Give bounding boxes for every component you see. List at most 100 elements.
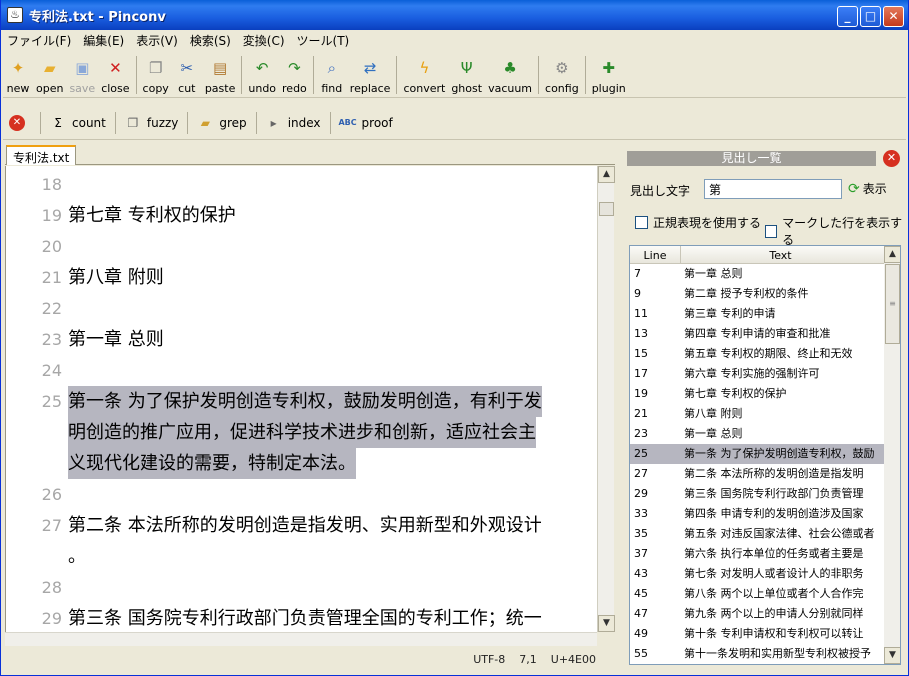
proof-button[interactable]: ABC proof xyxy=(334,116,399,130)
new-file-icon: ✦ xyxy=(11,59,25,77)
convert-button[interactable]: ϟ convert xyxy=(400,52,448,95)
toolbar-separator xyxy=(187,111,189,134)
stop-button[interactable]: ✕ xyxy=(3,114,37,131)
maximize-button[interactable]: □ xyxy=(860,6,881,27)
menu-edit[interactable]: 編集(E) xyxy=(77,32,130,49)
redo-button[interactable]: ↷ redo xyxy=(279,52,310,95)
list-item[interactable]: 33 第四条 申请专利的发明创造涉及国家 xyxy=(630,504,884,524)
replace-icon: ⇄ xyxy=(363,59,377,77)
keyword-input[interactable] xyxy=(704,179,842,199)
ghost-button[interactable]: Ψghost xyxy=(448,52,485,95)
editor-horizontal-scrollbar[interactable] xyxy=(5,632,597,646)
list-item-text: 第三章 专利的申请 xyxy=(684,307,776,320)
window-close-button[interactable]: ✕ xyxy=(883,6,904,27)
index-icon: ▸ xyxy=(270,115,277,130)
save-icon: ▣ xyxy=(75,59,90,77)
index-button[interactable]: ▸ index xyxy=(260,116,327,130)
save-button[interactable]: ▣ save xyxy=(66,52,98,95)
copy-button[interactable]: ❐ copy xyxy=(140,52,172,95)
list-vertical-scrollbar[interactable]: ▲ ≡ ▼ xyxy=(884,246,900,664)
text-editor[interactable]: 18 19 第七章 专利权的保护 20 21 第八章 附则 22 23 第一章 总则 … xyxy=(5,166,597,632)
plugin-button[interactable]: ✚ plugin xyxy=(589,52,629,95)
fuzzy-button[interactable]: ❐ fuzzy xyxy=(119,116,185,130)
copy-icon: ❐ xyxy=(148,59,163,77)
find-button[interactable]: ⌕ find xyxy=(317,52,347,95)
minimize-button[interactable]: _ xyxy=(837,6,858,27)
scroll-thumb[interactable] xyxy=(599,202,614,216)
column-header-line[interactable]: Line xyxy=(630,249,680,262)
list-item[interactable]: 37 第六条 执行本单位的任务或者主要是 xyxy=(630,544,884,564)
status-codepoint: U+4E00 xyxy=(550,652,596,666)
list-item[interactable]: 17 第六章 专利实施的强制许可 xyxy=(630,364,884,384)
scroll-up-icon[interactable]: ▲ xyxy=(884,246,900,263)
redo-icon: ↷ xyxy=(288,59,301,77)
tab-document[interactable]: 专利法.txt xyxy=(6,145,77,165)
list-item-text: 第五条 对违反国家法律、社会公德或者 xyxy=(684,527,875,540)
list-item[interactable]: 19 第七章 专利权的保护 xyxy=(630,384,884,404)
scroll-up-icon[interactable]: ▲ xyxy=(598,166,615,183)
list-item[interactable]: 25 第一条 为了保护发明创造专利权，鼓励 xyxy=(630,444,884,464)
scroll-down-icon[interactable]: ▼ xyxy=(884,647,900,664)
list-item[interactable]: 13 第四章 专利申请的审查和批准 xyxy=(630,324,884,344)
list-item[interactable]: 7 第一章 总则 xyxy=(630,264,884,284)
marked-lines-checkbox[interactable]: マークした行を表示する xyxy=(765,214,903,248)
show-button[interactable]: ⟳ 表示 xyxy=(848,180,887,197)
checkbox-box[interactable] xyxy=(635,216,648,229)
replace-button[interactable]: ⇄ replace xyxy=(347,52,394,95)
close-file-button[interactable]: ✕ close xyxy=(98,52,132,95)
title-bar[interactable]: ♨ 专利法.txt - Pinconv _ □ ✕ xyxy=(1,0,908,30)
column-header-text[interactable]: Text xyxy=(680,246,880,263)
list-item[interactable]: 35 第五条 对违反国家法律、社会公德或者 xyxy=(630,524,884,544)
list-item[interactable]: 43 第七条 对发明人或者设计人的非职务 xyxy=(630,564,884,584)
count-button[interactable]: Σcount xyxy=(44,116,112,130)
panel-close-icon[interactable]: ✕ xyxy=(883,150,900,167)
list-item[interactable]: 23 第一章 总则 xyxy=(630,424,884,444)
list-item-line: 43 xyxy=(634,567,648,580)
menu-view[interactable]: 表示(V) xyxy=(130,32,184,49)
toolbar-separator xyxy=(329,111,331,134)
editor-vertical-scrollbar[interactable]: ▲ ▼ xyxy=(597,166,615,632)
list-item-line: 11 xyxy=(634,307,648,320)
checkbox-box[interactable] xyxy=(765,224,778,238)
undo-button[interactable]: ↶ undo xyxy=(245,52,279,95)
cut-button[interactable]: ✂ cut xyxy=(172,52,202,95)
list-item[interactable]: 49 第十条 专利申请权和专利权可以转让 xyxy=(630,624,884,644)
grep-button[interactable]: ▰ grep xyxy=(191,116,252,130)
paste-button[interactable]: ▤ paste xyxy=(202,52,239,95)
list-item[interactable]: 9 第二章 授予专利权的条件 xyxy=(630,284,884,304)
list-item[interactable]: 29 第三条 国务院专利行政部门负责管理 xyxy=(630,484,884,504)
status-position: 7,1 xyxy=(519,652,537,666)
list-item[interactable]: 27 第二条 本法所称的发明创造是指发明 xyxy=(630,464,884,484)
list-item-text: 第七章 专利权的保护 xyxy=(684,387,787,400)
menu-search[interactable]: 検索(S) xyxy=(184,32,237,49)
list-item[interactable]: 45 第八条 两个以上单位或者个人合作完 xyxy=(630,584,884,604)
config-button[interactable]: ⚙ config xyxy=(542,52,582,95)
menu-tools[interactable]: ツール(T) xyxy=(291,32,356,49)
open-button[interactable]: ▰ open xyxy=(33,52,66,95)
list-item[interactable]: 47 第九条 两个以上的申请人分别就同样 xyxy=(630,604,884,624)
list-item-text: 第八条 两个以上单位或者个人合作完 xyxy=(684,587,864,600)
vacuum-button[interactable]: ♣ vacuum xyxy=(485,52,535,95)
list-item-line: 35 xyxy=(634,527,648,540)
list-item-line: 49 xyxy=(634,627,648,640)
toolbar-separator xyxy=(114,111,116,134)
close-circle-icon: ✕ xyxy=(9,114,25,131)
list-item-line: 23 xyxy=(634,427,648,440)
toolbar-separator xyxy=(584,56,586,94)
menu-convert[interactable]: 変換(C) xyxy=(237,32,291,49)
regex-checkbox[interactable]: 正規表現を使用する xyxy=(635,214,761,231)
list-item-line: 15 xyxy=(634,347,648,360)
list-item[interactable]: 11 第三章 专利的申请 xyxy=(630,304,884,324)
list-item[interactable]: 21 第八章 附则 xyxy=(630,404,884,424)
heading-list[interactable]: Line Text 7 第一章 总则 9 第二章 授予专利权的条件 11 第三章 专利的申… xyxy=(629,245,901,665)
toolbar-separator xyxy=(396,56,398,94)
list-item[interactable]: 55 第十一条发明和实用新型专利权被授予 xyxy=(630,644,884,664)
scroll-thumb[interactable]: ≡ xyxy=(885,264,900,344)
new-button[interactable]: ✦ new xyxy=(3,52,33,95)
heading-panel: 見出し一覧 ✕ 見出し文字 ⟳表示 正規表現を使用する マークした行を表示する … xyxy=(627,150,903,670)
toolbar-separator xyxy=(312,56,314,94)
scroll-down-icon[interactable]: ▼ xyxy=(598,615,615,632)
list-item[interactable]: 15 第五章 专利权的期限、终止和无效 xyxy=(630,344,884,364)
menu-file[interactable]: ファイル(F) xyxy=(1,32,77,49)
flame-icon: ♨ xyxy=(7,7,23,23)
